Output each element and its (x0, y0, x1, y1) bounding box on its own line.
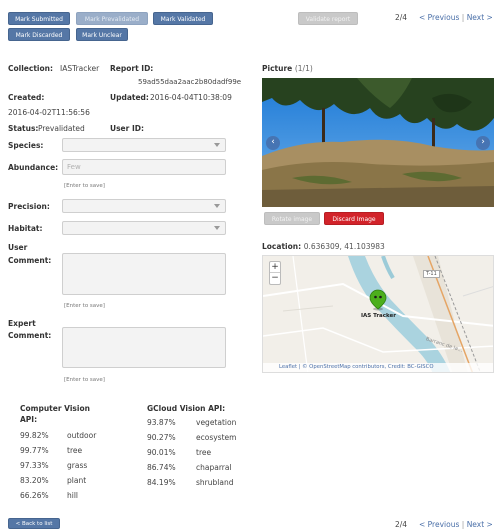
previous-link[interactable]: < Previous (419, 13, 459, 22)
abundance-label: Abundance: (8, 163, 59, 172)
picture-count: (1/1) (294, 64, 313, 73)
mark-prevalidated-button[interactable]: Mark Prevalidated (76, 12, 148, 25)
report-id-label: Report ID: (110, 64, 154, 73)
next-image-icon[interactable]: › (476, 136, 490, 150)
cv-tag: plant (67, 476, 87, 485)
next-link[interactable]: Next > (467, 13, 493, 22)
mark-discarded-button[interactable]: Mark Discarded (8, 28, 70, 41)
expert-comment-label-line2: Comment: (8, 331, 52, 340)
precision-select[interactable] (62, 199, 226, 213)
gc-tag: tree (196, 448, 212, 457)
cv-pct: 99.77% (20, 446, 49, 455)
updated-label: Updated: (110, 93, 149, 102)
cv-pct: 83.20% (20, 476, 49, 485)
chevron-down-icon (214, 204, 220, 208)
abundance-input[interactable]: Few (62, 159, 226, 175)
picture-heading: Picture (1/1) (262, 64, 313, 73)
location-label: Location: (262, 242, 302, 251)
map-marker-icon[interactable] (369, 289, 387, 311)
species-label: Species: (8, 141, 44, 150)
previous-image-icon[interactable]: ‹ (266, 136, 280, 150)
user-id-label: User ID: (110, 124, 144, 133)
pager-separator: | (461, 13, 465, 22)
updated-value: 2016-04-04T10:38:09 (150, 93, 232, 102)
pager-bottom: 2/4 < Previous | Next > (395, 520, 493, 529)
abundance-hint: [Enter to save] (64, 183, 105, 189)
cv-tag: outdoor (67, 431, 97, 440)
zoom-out-button[interactable]: − (270, 273, 280, 284)
gc-tag: ecosystem (196, 433, 237, 442)
computer-vision-title-line2: API: (20, 415, 38, 424)
road-label: T-11 (423, 270, 440, 278)
cv-pct: 99.82% (20, 431, 49, 440)
status-label: Status: (8, 124, 39, 133)
pager-separator: | (461, 520, 465, 529)
zoom-control: + − (269, 261, 281, 285)
gc-pct: 93.87% (147, 418, 176, 427)
marker-label: IAS Tracker (361, 313, 396, 319)
gc-tag: vegetation (196, 418, 237, 427)
expert-comment-label-line1: Expert (8, 319, 36, 328)
location-coords: 0.636309, 41.103983 (303, 242, 385, 251)
cv-pct: 66.26% (20, 491, 49, 500)
created-label: Created: (8, 93, 45, 102)
cv-tag: grass (67, 461, 88, 470)
discard-image-button[interactable]: Discard Image (324, 212, 384, 225)
user-comment-textarea[interactable] (62, 253, 226, 295)
user-comment-hint: [Enter to save] (64, 303, 105, 309)
picture-label: Picture (262, 64, 293, 73)
habitat-select[interactable] (62, 221, 226, 235)
mark-submitted-button[interactable]: Mark Submitted (8, 12, 70, 25)
gc-pct: 90.01% (147, 448, 176, 457)
report-id-value: 59ad55daa2aac2b80dadf99e (138, 78, 242, 86)
next-link[interactable]: Next > (467, 520, 493, 529)
user-comment-label-line1: User (8, 243, 28, 252)
gc-pct: 90.27% (147, 433, 176, 442)
gc-pct: 86.74% (147, 463, 176, 472)
chevron-down-icon (214, 226, 220, 230)
mark-unclear-button[interactable]: Mark Unclear (76, 28, 128, 41)
pager-top: 2/4 < Previous | Next > (395, 13, 493, 22)
cv-pct: 97.33% (20, 461, 49, 470)
back-to-list-button[interactable]: < Back to list (8, 518, 60, 529)
status-value: Prevalidated (38, 124, 85, 133)
computer-vision-title-line1: Computer Vision (20, 404, 90, 413)
collection-label: Collection: (8, 64, 53, 73)
zoom-in-button[interactable]: + (270, 262, 280, 273)
collection-value: IASTracker (60, 64, 100, 73)
chevron-down-icon (214, 143, 220, 147)
validate-report-button[interactable]: Validate report (298, 12, 358, 25)
created-value: 2016-04-02T11:56:56 (8, 108, 90, 117)
cv-tag: tree (67, 446, 83, 455)
pager-position: 2/4 (395, 520, 408, 529)
rotate-image-button[interactable]: Rotate image (264, 212, 320, 225)
location-heading: Location: 0.636309, 41.103983 (262, 242, 385, 251)
pager-position: 2/4 (395, 13, 408, 22)
precision-label: Precision: (8, 202, 50, 211)
mark-validated-button[interactable]: Mark Validated (153, 12, 213, 25)
report-photo: ‹ › (262, 78, 494, 207)
map-attribution: Leaflet | © OpenStreetMap contributors, … (263, 363, 493, 372)
expert-comment-hint: [Enter to save] (64, 377, 105, 383)
habitat-label: Habitat: (8, 224, 43, 233)
species-select[interactable] (62, 138, 226, 152)
user-comment-label-line2: Comment: (8, 256, 52, 265)
previous-link[interactable]: < Previous (419, 520, 459, 529)
gc-pct: 84.19% (147, 478, 176, 487)
gc-tag: chaparral (196, 463, 232, 472)
gc-tag: shrubland (196, 478, 234, 487)
location-map[interactable]: + − T-11 Barranc de la... IAS Tracker Le… (262, 255, 494, 373)
cv-tag: hill (67, 491, 79, 500)
landscape-photo (262, 78, 494, 207)
expert-comment-textarea[interactable] (62, 327, 226, 368)
gcloud-vision-title: GCloud Vision API: (147, 404, 226, 413)
